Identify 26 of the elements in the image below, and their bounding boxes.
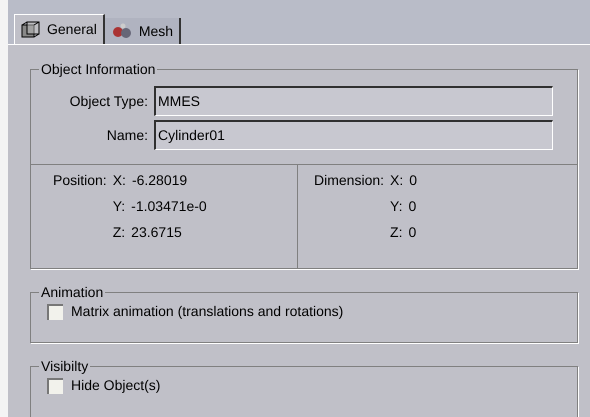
dimension-label: Dimension: bbox=[314, 171, 384, 190]
axis-label: Y: bbox=[390, 197, 402, 216]
coordinate-value: 0 bbox=[409, 171, 418, 190]
checkbox-label: Hide Object(s) bbox=[71, 376, 160, 395]
axis-label: X: bbox=[390, 171, 404, 190]
spheres-icon bbox=[110, 23, 133, 39]
field-label: Object Type: bbox=[68, 92, 148, 111]
position-label: Position: bbox=[53, 171, 107, 190]
field-label: Name: bbox=[106, 126, 148, 144]
text-field[interactable]: MMES bbox=[154, 86, 553, 116]
coordinate-value: 0 bbox=[408, 223, 416, 242]
checkbox-label: Matrix animation (translations and rotations) bbox=[71, 302, 344, 321]
coordinate-value: -6.28019 bbox=[132, 171, 188, 190]
axis-label: X: bbox=[112, 171, 126, 190]
checkbox[interactable] bbox=[47, 378, 63, 394]
axis-label: Z: bbox=[390, 223, 402, 242]
axis-label: Y: bbox=[112, 197, 126, 216]
coordinate-value: 0 bbox=[408, 197, 416, 216]
text-field[interactable]: Cylinder01 bbox=[154, 120, 553, 150]
coordinate-value: -1.03471e-0 bbox=[131, 197, 207, 216]
cube-icon bbox=[21, 20, 41, 38]
checkbox[interactable] bbox=[47, 304, 63, 320]
tab[interactable]: General bbox=[14, 14, 105, 44]
axis-label: Z: bbox=[112, 223, 126, 242]
coordinate-value: 23.6715 bbox=[131, 223, 182, 242]
tab[interactable]: Mesh bbox=[104, 18, 182, 44]
